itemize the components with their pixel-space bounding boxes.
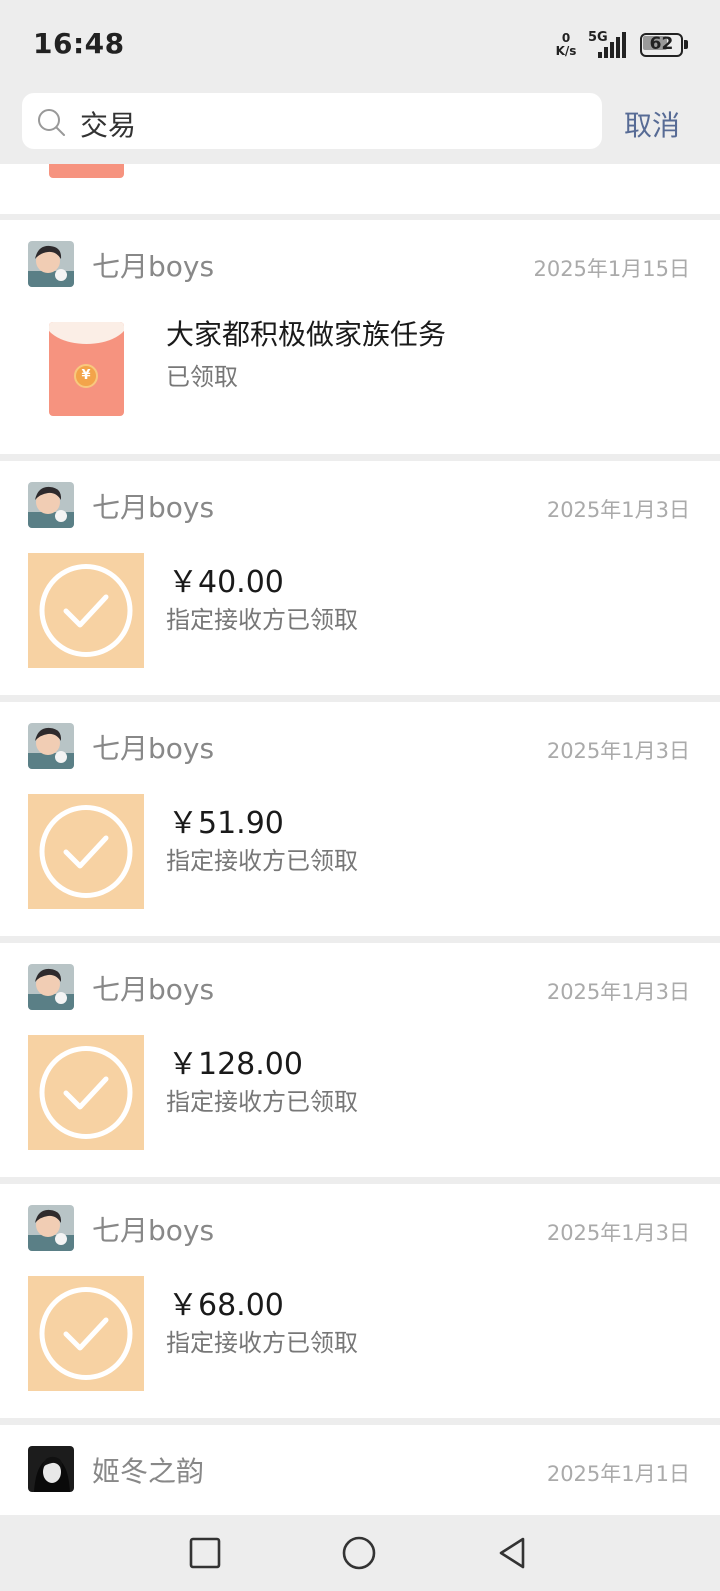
search-results-list: 七月boys 2025年1月15日 ¥ 大家都积极做家族任务 已领取 七月boy… — [0, 164, 720, 1515]
red-packet-icon — [49, 164, 124, 178]
avatar — [28, 1446, 74, 1492]
battery-level: 62 — [649, 34, 674, 54]
transfer-status: 指定接收方已领取 — [166, 606, 358, 634]
sender-name: 七月boys — [92, 491, 215, 524]
message-date: 2025年1月15日 — [533, 257, 690, 281]
red-packet-status: 已领取 — [166, 363, 238, 391]
sender-name: 姬冬之韵 — [92, 1455, 205, 1488]
list-item-partial-top[interactable] — [0, 164, 720, 214]
transfer-status: 指定接收方已领取 — [166, 1329, 358, 1357]
transfer-received-icon — [28, 553, 144, 668]
avatar — [28, 241, 74, 287]
red-packet-title: 大家都积极做家族任务 — [166, 318, 447, 351]
search-bar: 交易 取消 — [0, 86, 720, 164]
recents-square-icon[interactable] — [186, 1534, 224, 1572]
system-nav-bar — [0, 1515, 720, 1591]
cancel-button[interactable]: 取消 — [624, 104, 680, 144]
message-date: 2025年1月3日 — [546, 1221, 690, 1245]
sender-name: 七月boys — [92, 732, 215, 765]
list-item[interactable]: 七月boys 2025年1月3日 ￥128.00 指定接收方已领取 — [0, 943, 720, 1177]
search-icon — [38, 109, 65, 136]
sender-name: 七月boys — [92, 973, 215, 1006]
transfer-received-icon — [28, 1276, 144, 1391]
signal-icon: 5G — [588, 30, 632, 60]
search-input[interactable]: 交易 — [22, 93, 602, 149]
transfer-status: 指定接收方已领取 — [166, 847, 358, 875]
transfer-received-icon — [28, 794, 144, 909]
sender-name: 七月boys — [92, 1214, 215, 1247]
message-date: 2025年1月3日 — [546, 739, 690, 763]
transfer-status: 指定接收方已领取 — [166, 1088, 358, 1116]
red-packet-icon: ¥ — [49, 322, 124, 416]
net-speed-unit: K/s — [555, 44, 577, 58]
avatar — [28, 964, 74, 1010]
list-item[interactable]: 七月boys 2025年1月3日 ￥68.00 指定接收方已领取 — [0, 1184, 720, 1418]
transfer-amount: ￥68.00 — [168, 1288, 284, 1323]
avatar — [28, 482, 74, 528]
list-item[interactable]: 七月boys 2025年1月15日 ¥ 大家都积极做家族任务 已领取 — [0, 220, 720, 454]
net-speed-indicator: 0 K/s — [552, 32, 580, 60]
status-time: 16:48 — [33, 27, 125, 60]
sender-name: 七月boys — [92, 250, 215, 283]
avatar — [28, 723, 74, 769]
list-item[interactable]: 七月boys 2025年1月3日 ￥51.90 指定接收方已领取 — [0, 702, 720, 936]
list-item[interactable]: 七月boys 2025年1月3日 ￥40.00 指定接收方已领取 — [0, 461, 720, 695]
list-item[interactable]: 姬冬之韵 2025年1月1日 — [0, 1425, 720, 1515]
transfer-amount: ￥51.90 — [168, 806, 284, 841]
message-date: 2025年1月3日 — [546, 498, 690, 522]
transfer-amount: ￥40.00 — [168, 565, 284, 600]
avatar — [28, 1205, 74, 1251]
transfer-received-icon — [28, 1035, 144, 1150]
message-date: 2025年1月3日 — [546, 980, 690, 1004]
home-circle-icon[interactable] — [340, 1534, 378, 1572]
search-query: 交易 — [80, 109, 137, 142]
message-date: 2025年1月1日 — [546, 1462, 690, 1486]
transfer-amount: ￥128.00 — [168, 1047, 303, 1082]
back-triangle-icon[interactable] — [494, 1534, 532, 1572]
battery-icon: 62 — [640, 33, 688, 57]
status-bar: 16:48 0 K/s 5G 62 — [0, 0, 720, 86]
